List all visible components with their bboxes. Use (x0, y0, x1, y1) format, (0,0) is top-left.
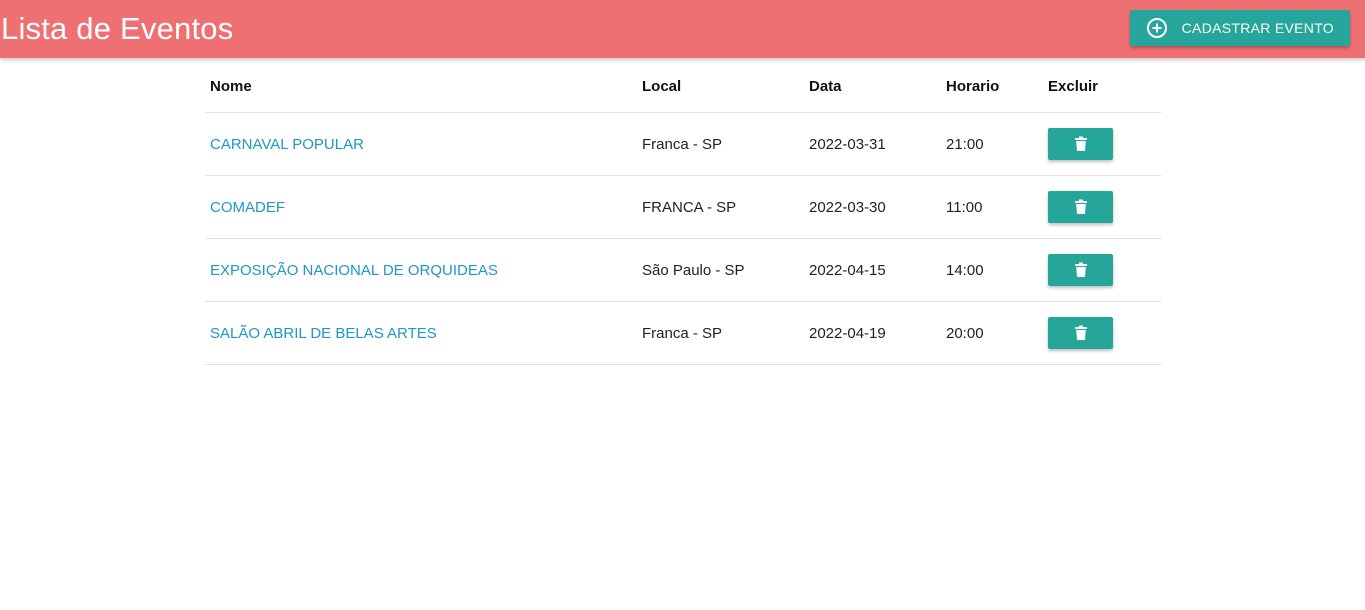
event-delete-cell (1043, 301, 1161, 365)
column-header-excluir: Excluir (1043, 60, 1161, 113)
trash-icon (1074, 136, 1088, 152)
table-row: SALÃO ABRIL DE BELAS ARTES Franca - SP 2… (205, 301, 1161, 365)
table-row: CARNAVAL POPULAR Franca - SP 2022-03-31 … (205, 112, 1161, 176)
add-event-button[interactable]: CADASTRAR EVENTO (1129, 10, 1350, 46)
event-time-cell: 14:00 (941, 238, 1043, 302)
events-table-container: Nome Local Data Horario Excluir CARNAVAL… (205, 60, 1161, 365)
event-date-cell: 2022-04-15 (804, 238, 941, 302)
event-time-cell: 20:00 (941, 301, 1043, 365)
table-row: COMADEF FRANCA - SP 2022-03-30 11:00 (205, 175, 1161, 239)
event-name-link[interactable]: CARNAVAL POPULAR (210, 136, 364, 153)
column-header-horario: Horario (941, 60, 1043, 113)
event-local-cell: Franca - SP (637, 112, 804, 176)
events-table: Nome Local Data Horario Excluir CARNAVAL… (205, 60, 1161, 365)
column-header-data: Data (804, 60, 941, 113)
event-time-cell: 11:00 (941, 175, 1043, 239)
event-name-cell: EXPOSIÇÃO NACIONAL DE ORQUIDEAS (205, 238, 637, 302)
delete-event-button[interactable] (1048, 128, 1113, 160)
event-local-cell: FRANCA - SP (637, 175, 804, 239)
table-header-row: Nome Local Data Horario Excluir (205, 60, 1161, 113)
trash-icon (1074, 199, 1088, 215)
event-name-link[interactable]: EXPOSIÇÃO NACIONAL DE ORQUIDEAS (210, 262, 498, 279)
trash-icon (1074, 262, 1088, 278)
event-date-cell: 2022-03-30 (804, 175, 941, 239)
add-event-button-label: CADASTRAR EVENTO (1181, 20, 1334, 36)
event-date-cell: 2022-03-31 (804, 112, 941, 176)
event-name-cell: SALÃO ABRIL DE BELAS ARTES (205, 301, 637, 365)
event-delete-cell (1043, 112, 1161, 176)
event-local-cell: São Paulo - SP (637, 238, 804, 302)
trash-icon (1074, 325, 1088, 341)
page-title: Lista de Eventos (1, 11, 234, 46)
delete-event-button[interactable] (1048, 254, 1113, 286)
event-time-cell: 21:00 (941, 112, 1043, 176)
event-name-cell: CARNAVAL POPULAR (205, 112, 637, 176)
delete-event-button[interactable] (1048, 191, 1113, 223)
column-header-local: Local (637, 60, 804, 113)
table-row: EXPOSIÇÃO NACIONAL DE ORQUIDEAS São Paul… (205, 238, 1161, 302)
event-local-cell: Franca - SP (637, 301, 804, 365)
event-delete-cell (1043, 175, 1161, 239)
column-header-nome: Nome (205, 60, 637, 113)
event-date-cell: 2022-04-19 (804, 301, 941, 365)
event-name-cell: COMADEF (205, 175, 637, 239)
add-circle-icon (1146, 17, 1168, 39)
event-name-link[interactable]: COMADEF (210, 199, 285, 216)
app-header: Lista de Eventos CADASTRAR EVENTO (0, 0, 1365, 58)
delete-event-button[interactable] (1048, 317, 1113, 349)
event-name-link[interactable]: SALÃO ABRIL DE BELAS ARTES (210, 325, 437, 342)
event-delete-cell (1043, 238, 1161, 302)
